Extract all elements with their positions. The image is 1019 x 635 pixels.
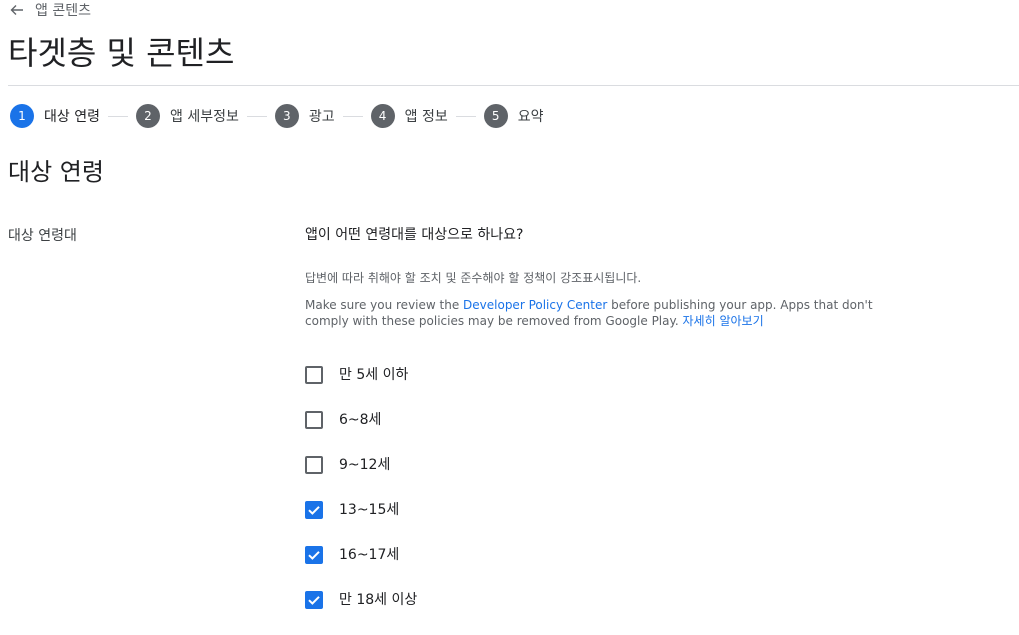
field-label: 대상 연령대 — [8, 228, 77, 244]
step-target-age[interactable]: 1 대상 연령 — [10, 104, 100, 128]
step-ads[interactable]: 3 광고 — [274, 104, 335, 128]
age-option[interactable]: 9~12세 — [305, 455, 417, 500]
page-title: 타겟층 및 콘텐츠 — [8, 34, 235, 72]
step-label: 대상 연령 — [44, 109, 100, 125]
step-connector — [107, 115, 128, 117]
back-link-label: 앱 콘텐츠 — [35, 3, 91, 19]
age-option[interactable]: 6~8세 — [305, 410, 417, 455]
age-option-label: 만 18세 이상 — [339, 592, 418, 608]
step-label: 앱 세부정보 — [169, 109, 239, 125]
step-number: 1 — [10, 104, 34, 128]
checkbox[interactable] — [305, 546, 323, 564]
age-option-label: 6~8세 — [339, 412, 382, 428]
header-divider — [8, 85, 1019, 86]
developer-policy-link[interactable]: Developer Policy Center — [463, 298, 607, 312]
step-number: 3 — [274, 104, 299, 128]
step-app-details[interactable]: 2 앱 세부정보 — [135, 104, 239, 128]
age-option[interactable]: 13~15세 — [305, 500, 417, 545]
step-number: 5 — [483, 104, 508, 128]
checkmark-icon — [308, 551, 320, 560]
policy-text-before: Make sure you review the — [305, 298, 464, 312]
policy-notice: Make sure you review the Developer Polic… — [305, 297, 915, 329]
checkmark-icon — [308, 596, 320, 605]
checkbox[interactable] — [305, 411, 323, 429]
stepper: 1 대상 연령 2 앱 세부정보 3 광고 4 앱 정보 5 요약 — [10, 104, 543, 128]
step-label: 광고 — [308, 109, 335, 125]
back-arrow-icon — [10, 5, 23, 15]
age-option[interactable]: 16~17세 — [305, 545, 417, 590]
checkbox[interactable] — [305, 456, 323, 474]
step-summary[interactable]: 5 요약 — [483, 104, 544, 128]
step-app-info[interactable]: 4 앱 정보 — [370, 104, 448, 128]
step-label: 앱 정보 — [404, 109, 448, 125]
step-connector — [455, 115, 476, 117]
back-link[interactable]: 앱 콘텐츠 — [9, 0, 91, 20]
step-connector — [342, 115, 363, 117]
checkbox[interactable] — [305, 501, 323, 519]
checkmark-icon — [308, 506, 320, 515]
age-option-label: 16~17세 — [339, 547, 400, 563]
section-title: 대상 연령 — [8, 158, 104, 186]
step-number: 4 — [370, 104, 395, 128]
learn-more-link[interactable]: 자세히 알아보기 — [683, 314, 764, 328]
step-connector — [246, 115, 267, 117]
age-option-label: 9~12세 — [339, 457, 391, 473]
age-option-label: 만 5세 이하 — [339, 367, 409, 383]
step-number: 2 — [135, 104, 160, 128]
question-text: 앱이 어떤 연령대를 대상으로 하나요? — [305, 227, 524, 243]
age-options-list: 만 5세 이하 6~8세 9~12세 13~15세 16~17세 만 18세 이… — [305, 365, 417, 635]
age-option[interactable]: 만 18세 이상 — [305, 590, 417, 635]
checkbox[interactable] — [305, 366, 323, 384]
checkbox[interactable] — [305, 591, 323, 609]
hint-text: 답변에 따라 취해야 할 조치 및 준수해야 할 정책이 강조표시됩니다. — [305, 271, 642, 285]
step-label: 요약 — [517, 109, 544, 125]
age-option-label: 13~15세 — [339, 502, 400, 518]
age-option[interactable]: 만 5세 이하 — [305, 365, 417, 410]
